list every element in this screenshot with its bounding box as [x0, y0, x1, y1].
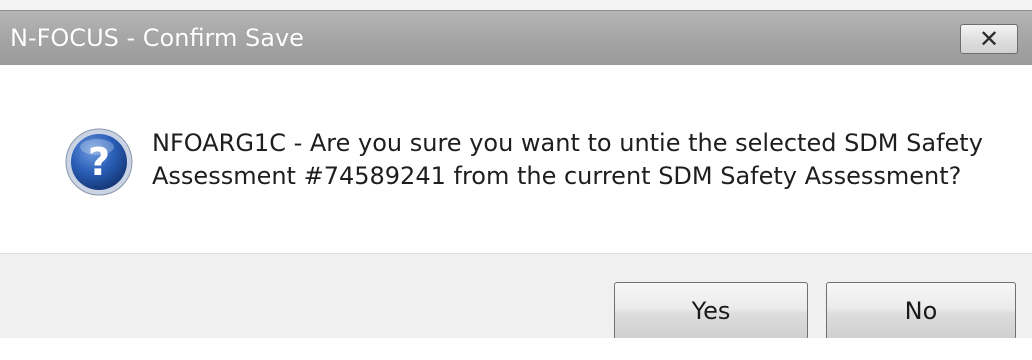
confirm-message: NFOARG1C - Are you sure you want to unti… — [152, 129, 983, 190]
no-button[interactable]: No — [826, 282, 1016, 340]
close-button[interactable]: ✕ — [960, 24, 1018, 54]
close-icon: ✕ — [978, 25, 1000, 53]
yes-button[interactable]: Yes — [614, 282, 808, 340]
svg-text:?: ? — [88, 140, 110, 184]
question-icon: ? — [65, 128, 133, 196]
confirm-save-dialog: N-FOCUS - Confirm Save ✕ ? NFOARG1C - Ar… — [0, 10, 1032, 343]
dialog-content: ? NFOARG1C - Are you sure you want to un… — [0, 65, 1032, 253]
background-window-bottom — [0, 338, 1032, 360]
dialog-titlebar[interactable]: N-FOCUS - Confirm Save ✕ — [0, 11, 1032, 65]
dialog-button-bar: Yes No — [0, 253, 1032, 340]
dialog-title: N-FOCUS - Confirm Save — [10, 24, 304, 52]
